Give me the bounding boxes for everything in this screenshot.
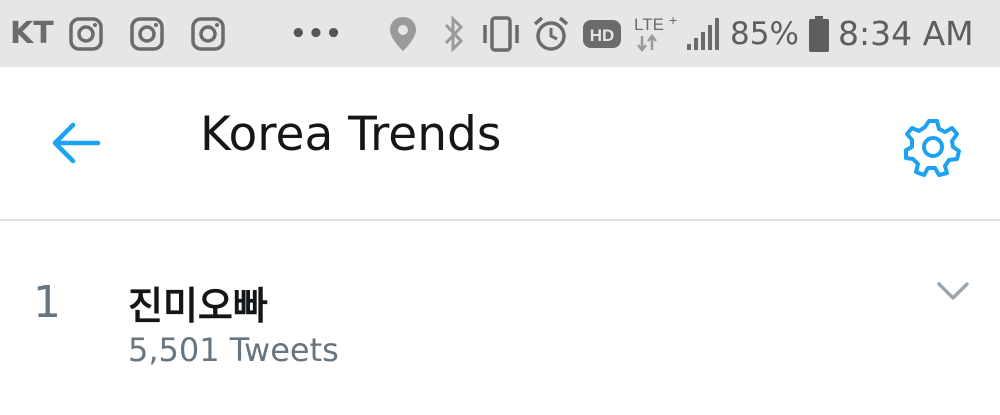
- trend-tweet-count: 5,501 Tweets: [128, 331, 339, 369]
- trend-menu-button[interactable]: [935, 277, 971, 305]
- clock: 8:34 AM: [838, 14, 974, 53]
- trend-name[interactable]: 진미오빠: [128, 275, 268, 330]
- settings-button[interactable]: [900, 114, 966, 180]
- instagram-icon: [68, 0, 104, 67]
- bluetooth-icon: [442, 0, 466, 67]
- signal-icon: [686, 0, 722, 67]
- gear-icon: [904, 119, 961, 177]
- back-button[interactable]: [50, 120, 106, 166]
- trend-item[interactable]: 1 진미오빠 5,501 Tweets: [0, 221, 1000, 415]
- battery-icon: [808, 0, 830, 67]
- more-notifications-indicator: •••: [290, 18, 343, 49]
- svg-text:LTE: LTE: [634, 15, 664, 34]
- instagram-icon: [190, 0, 226, 67]
- chevron-down-icon: [937, 282, 969, 300]
- trend-rank: 1: [33, 277, 61, 328]
- svg-text:+: +: [669, 12, 677, 28]
- arrow-left-icon: [52, 122, 101, 164]
- lte-plus-icon: LTE +: [632, 0, 680, 67]
- carrier-name: KT: [10, 16, 54, 51]
- page-title: Korea Trends: [200, 107, 502, 162]
- status-bar: KT ••• HD LTE + 85% 8:34 AM: [0, 0, 1000, 67]
- instagram-icon: [129, 0, 165, 67]
- battery-percent: 85%: [730, 15, 799, 52]
- location-icon: [388, 0, 418, 67]
- alarm-icon: [532, 0, 570, 67]
- vibrate-icon: [480, 0, 522, 67]
- header-bar: Korea Trends: [0, 67, 1000, 221]
- hd-icon: HD: [582, 0, 622, 67]
- svg-text:HD: HD: [590, 26, 615, 45]
